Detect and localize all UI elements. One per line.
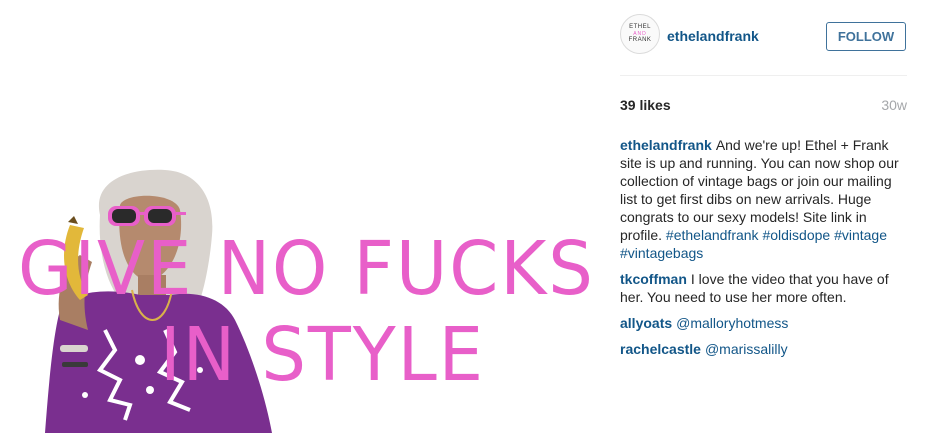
comment-username-link[interactable]: tkcoffman <box>620 271 687 287</box>
post-sidebar: ETHEL AND FRANK ethelandfrank FOLLOW 39 … <box>600 0 925 433</box>
hashtag-link[interactable]: #oldisdope <box>762 227 830 243</box>
post-header: ETHEL AND FRANK ethelandfrank FOLLOW <box>620 14 908 60</box>
comment-username-link[interactable]: rachelcastle <box>620 341 701 357</box>
overlay-text-line-2: IN STYLE <box>160 312 485 398</box>
post-image[interactable]: GIVE NO FUCKS IN STYLE <box>0 0 600 433</box>
profile-username-link[interactable]: ethelandfrank <box>667 28 759 44</box>
hashtag-link[interactable]: #vintage <box>834 227 887 243</box>
comments-list: ethelandfrank And we're up! Ethel + Frank… <box>620 136 910 366</box>
comment-item: rachelcastle @marissalilly <box>620 340 910 358</box>
overlay-text-line-1: GIVE NO FUCKS <box>18 226 595 312</box>
post-age[interactable]: 30w <box>881 97 907 113</box>
follow-button[interactable]: FOLLOW <box>826 22 906 51</box>
comment-username-link[interactable]: allyoats <box>620 315 672 331</box>
divider <box>620 75 907 76</box>
avatar-text-line-1: ETHEL <box>629 24 651 30</box>
avatar[interactable]: ETHEL AND FRANK <box>620 14 660 54</box>
likes-count[interactable]: 39 likes <box>620 97 671 113</box>
hashtag-link[interactable]: #ethelandfrank <box>666 227 759 243</box>
mention-link[interactable]: @marissalilly <box>705 341 788 357</box>
caption-username-link[interactable]: ethelandfrank <box>620 137 712 153</box>
comment-item: tkcoffman I love the video that you have … <box>620 270 910 306</box>
caption: ethelandfrank And we're up! Ethel + Frank… <box>620 136 910 262</box>
hashtag-link[interactable]: #vintagebags <box>620 245 703 261</box>
mention-link[interactable]: @malloryhotmess <box>676 315 788 331</box>
comment-item: allyoats @malloryhotmess <box>620 314 910 332</box>
instagram-post: GIVE NO FUCKS IN STYLE ETHEL AND FRANK e… <box>0 0 925 433</box>
avatar-text-line-3: FRANK <box>628 37 652 43</box>
